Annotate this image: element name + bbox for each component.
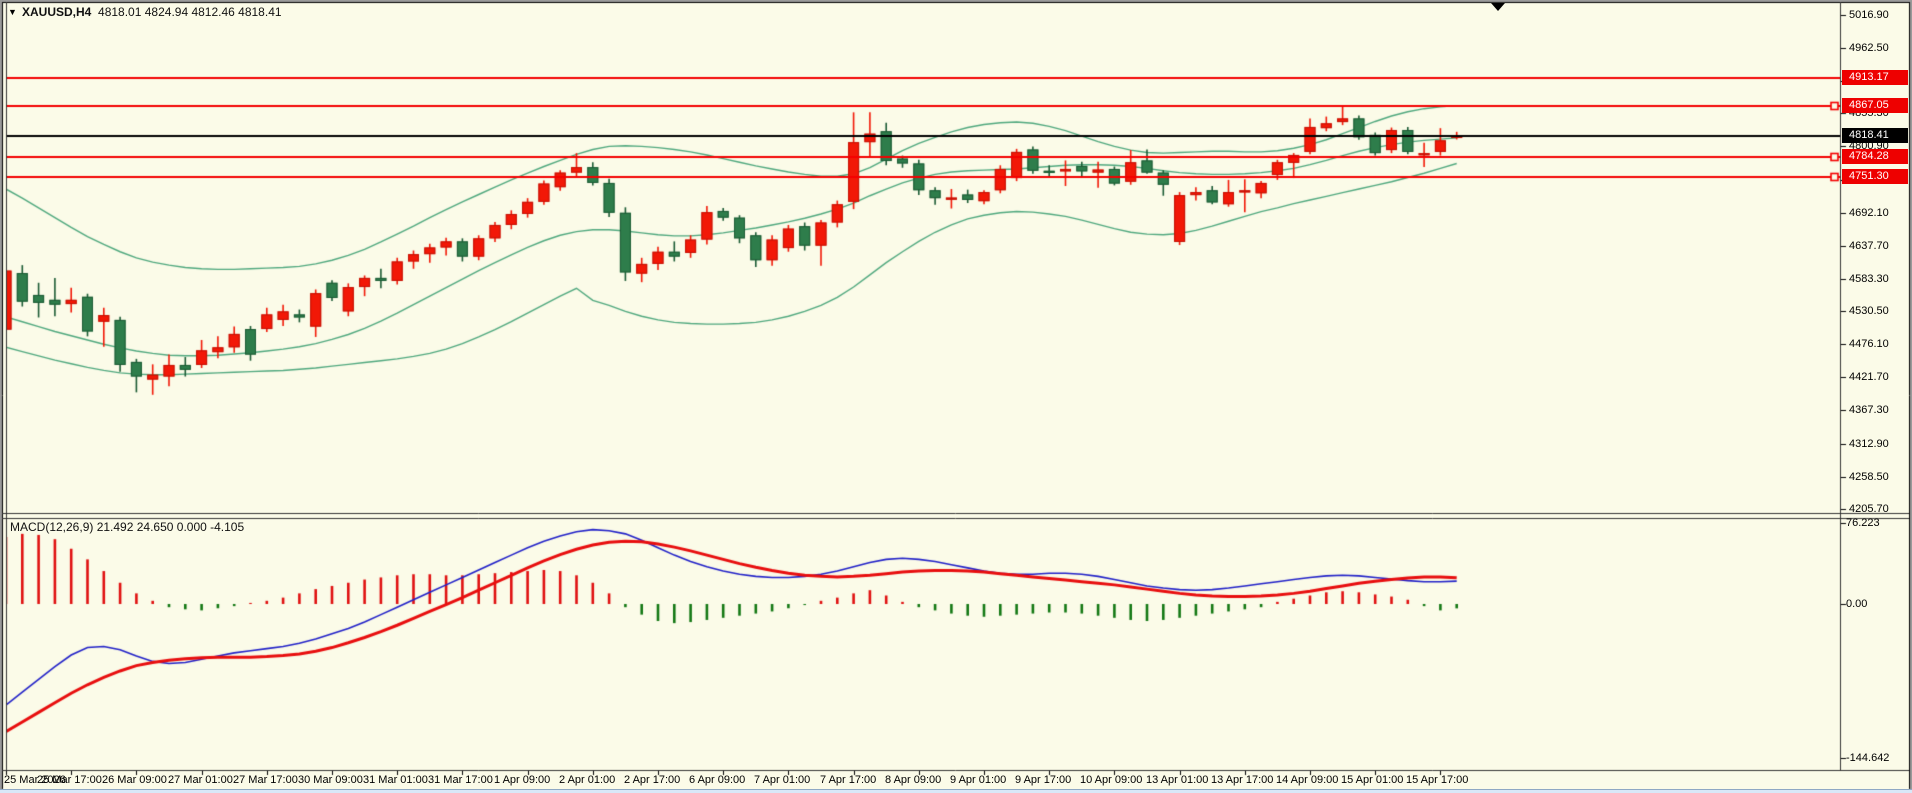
current-price-badge: 4818.41 [1842,128,1908,143]
price-tick-label: 4258.50 [1849,471,1889,483]
macd-tick-label: 0.00 [1846,598,1867,610]
price-tick-label: 4312.90 [1849,438,1889,450]
time-tick-label: 6 Apr 09:00 [689,774,745,787]
symbol-name: XAUUSD,H4 [22,5,91,19]
price-tick-label: 4205.70 [1849,503,1889,515]
price-level-badge: 4784.28 [1842,149,1908,164]
price-level-badge: 4751.30 [1842,169,1908,184]
price-tick-label: 4530.50 [1849,305,1889,317]
time-tick-label: 10 Apr 09:00 [1080,774,1142,787]
time-tick-label: 14 Apr 09:00 [1276,774,1338,787]
price-tick-label: 4692.10 [1849,207,1889,219]
time-tick-label: 1 Apr 09:00 [494,774,550,787]
price-level-badge: 4867.05 [1842,98,1908,113]
time-tick-label: 26 Mar 09:00 [102,774,167,787]
window-bottom-edge [0,789,1912,793]
price-level-badge: 4913.17 [1842,70,1908,85]
time-tick-label: 9 Apr 17:00 [1015,774,1071,787]
macd-tick-label: 76.223 [1846,517,1880,529]
time-tick-label: 15 Apr 17:00 [1406,774,1468,787]
time-tick-label: 15 Apr 01:00 [1341,774,1403,787]
chart-shift-marker-icon[interactable] [1491,3,1505,11]
price-tick-label: 4962.50 [1849,42,1889,54]
price-tick-label: 4476.10 [1849,338,1889,350]
price-tick-label: 4637.70 [1849,240,1889,252]
price-tick-label: 4421.70 [1849,371,1889,383]
time-tick-label: 31 Mar 17:00 [428,774,493,787]
time-tick-label: 8 Apr 09:00 [885,774,941,787]
time-tick-label: 25 Mar 17:00 [37,774,102,787]
macd-indicator-label: MACD(12,26,9) 21.492 24.650 0.000 -4.105 [10,520,244,534]
time-tick-label: 13 Apr 17:00 [1211,774,1273,787]
macd-tick-label: -144.642 [1846,752,1889,764]
time-tick-label: 7 Apr 17:00 [820,774,876,787]
time-tick-label: 30 Mar 09:00 [298,774,363,787]
price-tick-label: 5016.90 [1849,9,1889,21]
time-tick-label: 9 Apr 01:00 [950,774,1006,787]
time-tick-label: 7 Apr 01:00 [754,774,810,787]
symbol-title: XAUUSD,H4 4818.01 4824.94 4812.46 4818.4… [22,5,282,19]
time-tick-label: 27 Mar 01:00 [168,774,233,787]
chart-canvas[interactable] [0,0,1912,793]
chart-window: ▼ XAUUSD,H4 4818.01 4824.94 4812.46 4818… [0,0,1912,793]
time-tick-label: 27 Mar 17:00 [233,774,298,787]
symbol-dropdown-icon[interactable]: ▼ [8,7,17,17]
symbol-ohlc-values: 4818.01 4824.94 4812.46 4818.41 [98,5,282,19]
price-tick-label: 4583.30 [1849,273,1889,285]
time-tick-label: 31 Mar 01:00 [363,774,428,787]
time-tick-label: 2 Apr 01:00 [559,774,615,787]
price-tick-label: 4367.30 [1849,404,1889,416]
time-tick-label: 2 Apr 17:00 [624,774,680,787]
time-tick-label: 13 Apr 01:00 [1146,774,1208,787]
